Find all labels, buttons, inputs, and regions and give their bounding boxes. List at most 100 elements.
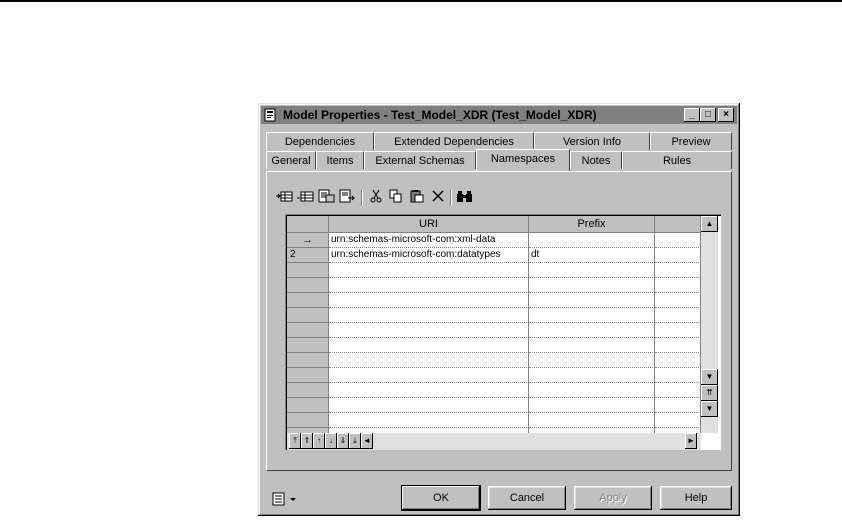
scroll-top-button[interactable]: ⇈ — [701, 385, 718, 401]
vertical-scrollbar[interactable]: ▲ ▼ ⇈ ▼ — [701, 216, 718, 433]
row-header[interactable] — [287, 278, 329, 293]
tab-external-schemas[interactable]: External Schemas — [364, 151, 476, 169]
cell-uri[interactable] — [329, 413, 529, 428]
tab-rules[interactable]: Rules — [622, 151, 732, 169]
add-row-icon[interactable] — [295, 189, 315, 207]
tab-version-info[interactable]: Version Info — [534, 132, 650, 150]
cell-uri[interactable] — [329, 368, 529, 383]
namespaces-grid[interactable]: URI Prefix → urn:schemas-microsoft-com:x… — [285, 214, 721, 450]
help-button[interactable]: Help — [660, 486, 732, 510]
toolbar-separator — [361, 190, 362, 206]
cell-empty[interactable] — [655, 398, 701, 413]
cell-empty[interactable] — [655, 353, 701, 368]
cell-empty[interactable] — [655, 323, 701, 338]
cell-uri[interactable] — [329, 293, 529, 308]
row-header[interactable] — [287, 263, 329, 278]
tab-dependencies[interactable]: Dependencies — [266, 132, 374, 150]
maximize-button[interactable]: □ — [700, 108, 716, 122]
cell-uri[interactable] — [329, 278, 529, 293]
move-bottom-icon[interactable]: ⤓ — [349, 433, 361, 449]
insert-rows-icon[interactable] — [337, 189, 357, 207]
minimize-button[interactable]: _ — [684, 108, 700, 122]
tab-preview[interactable]: Preview — [650, 132, 732, 150]
cell-prefix[interactable]: dt — [529, 248, 655, 263]
move-up-icon[interactable]: ↑ — [313, 433, 325, 449]
apply-button[interactable]: Apply — [574, 486, 652, 510]
cell-prefix[interactable] — [529, 398, 655, 413]
cell-empty[interactable] — [655, 368, 701, 383]
row-header[interactable] — [287, 413, 329, 428]
copy-icon[interactable] — [386, 189, 406, 207]
cell-prefix[interactable] — [529, 293, 655, 308]
cell-prefix[interactable] — [529, 368, 655, 383]
scroll-left-button[interactable]: ◄ — [361, 433, 373, 449]
cell-prefix[interactable] — [529, 383, 655, 398]
row-header[interactable] — [287, 353, 329, 368]
row-number[interactable]: 2 — [287, 248, 329, 263]
move-down-icon[interactable]: ↓ — [325, 433, 337, 449]
cell-prefix[interactable] — [529, 308, 655, 323]
cell-uri[interactable] — [329, 353, 529, 368]
move-up-page-icon[interactable]: ⇑ — [301, 433, 313, 449]
insert-row-icon[interactable] — [274, 189, 294, 207]
cell-empty[interactable] — [655, 308, 701, 323]
cell-uri[interactable] — [329, 308, 529, 323]
cell-prefix[interactable] — [529, 233, 655, 248]
cancel-button[interactable]: Cancel — [488, 486, 566, 510]
column-header-prefix[interactable]: Prefix — [529, 216, 655, 233]
title-bar[interactable]: Model Properties - Test_Model_XDR (Test_… — [261, 106, 737, 124]
tab-general[interactable]: General — [266, 151, 316, 169]
cell-empty[interactable] — [655, 248, 701, 263]
row-header[interactable] — [287, 338, 329, 353]
cell-empty[interactable] — [655, 413, 701, 428]
cell-prefix[interactable] — [529, 323, 655, 338]
row-header[interactable] — [287, 368, 329, 383]
cell-empty[interactable] — [655, 263, 701, 278]
row-header[interactable] — [287, 323, 329, 338]
tab-namespaces[interactable]: Namespaces — [476, 149, 570, 171]
cell-prefix[interactable] — [529, 413, 655, 428]
tab-extended-dependencies[interactable]: Extended Dependencies — [374, 132, 534, 150]
cell-empty[interactable] — [655, 233, 701, 248]
cut-icon[interactable] — [366, 189, 386, 207]
find-icon[interactable] — [455, 189, 475, 207]
navigation-scrollbar[interactable]: ⤒ ⇑ ↑ ↓ ⇓ ⤓ ◄ ► — [287, 433, 701, 450]
cell-uri[interactable] — [329, 263, 529, 278]
delete-icon[interactable] — [428, 189, 448, 207]
cell-empty[interactable] — [655, 383, 701, 398]
cell-uri[interactable]: urn:schemas-microsoft-com:xml-data — [329, 233, 529, 248]
cell-uri[interactable] — [329, 398, 529, 413]
cell-uri[interactable]: urn:schemas-microsoft-com:datatypes — [329, 248, 529, 263]
move-down-page-icon[interactable]: ⇓ — [337, 433, 349, 449]
paste-icon[interactable] — [407, 189, 427, 207]
row-marker[interactable]: → — [287, 233, 329, 248]
scroll-page-button[interactable]: ▼ — [701, 401, 718, 417]
close-icon: × — [723, 109, 729, 120]
scroll-down-button[interactable]: ▼ — [701, 369, 718, 385]
ok-button[interactable]: OK — [402, 486, 480, 510]
cell-prefix[interactable] — [529, 338, 655, 353]
move-top-icon[interactable]: ⤒ — [289, 433, 301, 449]
cell-uri[interactable] — [329, 383, 529, 398]
cell-prefix[interactable] — [529, 353, 655, 368]
cell-uri[interactable] — [329, 323, 529, 338]
scroll-right-button[interactable]: ► — [685, 433, 697, 449]
scroll-up-button[interactable]: ▲ — [701, 216, 718, 232]
cell-prefix[interactable] — [529, 263, 655, 278]
cell-uri[interactable] — [329, 338, 529, 353]
add-rows-icon[interactable] — [316, 189, 336, 207]
column-header-uri[interactable]: URI — [329, 216, 529, 233]
cell-empty[interactable] — [655, 293, 701, 308]
tab-items[interactable]: Items — [316, 151, 364, 169]
cell-empty[interactable] — [655, 338, 701, 353]
row-header[interactable] — [287, 308, 329, 323]
close-button[interactable]: × — [718, 108, 734, 122]
menu-list-icon[interactable] — [272, 492, 298, 509]
cell-prefix[interactable] — [529, 278, 655, 293]
row-header[interactable] — [287, 383, 329, 398]
cell-empty[interactable] — [655, 278, 701, 293]
tab-notes[interactable]: Notes — [570, 151, 622, 169]
row-header[interactable] — [287, 293, 329, 308]
row-header[interactable] — [287, 398, 329, 413]
column-header-empty — [655, 216, 701, 233]
